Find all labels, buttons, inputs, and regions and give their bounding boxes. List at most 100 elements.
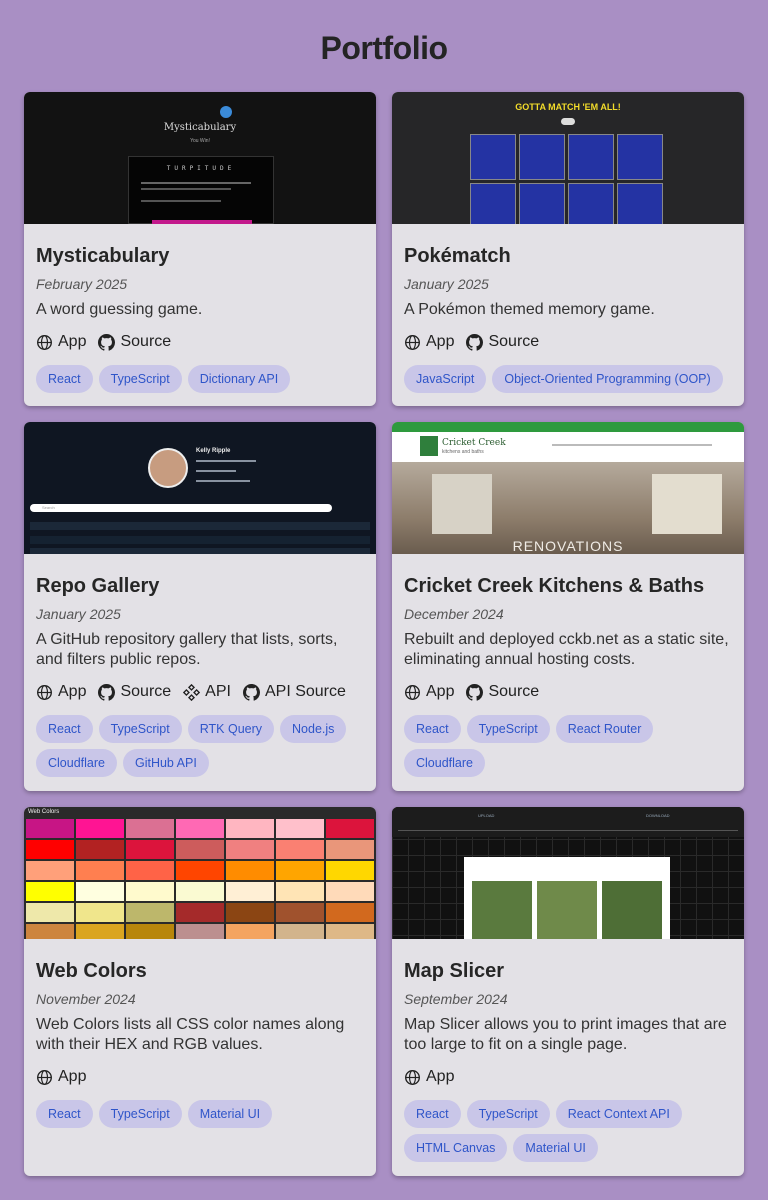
project-card-map-slicer: UPLOAD DOWNLOAD Map Slicer September 202… [392,807,744,1176]
globe-icon [405,684,420,700]
project-title: Map Slicer [404,960,505,982]
project-card-mysticabulary: Mysticabulary You Win! TURPITUDE Mystica… [24,92,376,406]
app-link-label: App [58,1068,87,1085]
tag[interactable]: React [36,715,93,743]
project-description: A GitHub repository gallery that lists, … [36,631,338,668]
globe-icon [37,334,52,350]
project-date: September 2024 [404,991,508,1007]
project-card-pokematch: GOTTA MATCH 'EM ALL! Pokématch January 2… [392,92,744,406]
thumb-search: Search [30,504,332,512]
project-title: Pokématch [404,245,511,267]
tag[interactable]: TypeScript [466,1100,550,1128]
thumb-heading: Web Colors [28,809,60,815]
app-link[interactable]: App [36,1068,86,1086]
project-description: Map Slicer allows you to print images th… [404,1016,727,1053]
project-tags: React TypeScript Dictionary API [36,365,364,406]
api-source-link[interactable]: API Source [242,683,346,701]
project-thumbnail[interactable]: Mysticabulary You Win! TURPITUDE [24,92,376,224]
globe-icon [405,334,420,350]
thumb-pages [464,857,670,939]
project-date: January 2025 [36,606,121,622]
page-title: Portfolio [320,30,448,66]
source-link-label: Source [488,333,540,350]
source-link[interactable]: Source [98,683,171,701]
tag[interactable]: React [36,365,93,393]
project-card-web-colors: Web Colors Web Colors November 2024 Web … [24,807,376,1176]
source-link-label: Source [488,683,540,700]
project-title: Repo Gallery [36,575,160,597]
tag[interactable]: TypeScript [98,1100,182,1128]
project-thumbnail[interactable]: Kelly Ripple Search [24,422,376,554]
project-description: Web Colors lists all CSS color names alo… [36,1016,345,1053]
thumb-heading: GOTTA MATCH 'EM ALL! [515,102,621,112]
thumb-download-label: DOWNLOAD [646,813,670,818]
source-link[interactable]: Source [98,333,171,351]
project-thumbnail[interactable]: GOTTA MATCH 'EM ALL! [392,92,744,224]
tag[interactable]: TypeScript [466,715,550,743]
source-link[interactable]: Source [466,333,539,351]
project-date: November 2024 [36,991,136,1007]
github-icon [242,683,260,701]
github-icon [98,683,116,701]
thumb-word: TURPITUDE [166,165,236,172]
project-thumbnail[interactable]: UPLOAD DOWNLOAD [392,807,744,939]
project-tags: React TypeScript RTK Query Node.js Cloud… [36,715,364,791]
tag[interactable]: TypeScript [98,365,182,393]
app-link[interactable]: App [36,683,86,701]
thumb-heading: Mysticabulary [163,122,237,133]
github-icon [98,333,116,351]
project-links: App Source [404,681,732,703]
app-link-label: App [426,1068,455,1085]
api-icon [183,683,201,701]
project-title: Cricket Creek Kitchens & Baths [404,575,705,597]
tag[interactable]: HTML Canvas [404,1134,508,1162]
project-card-repo-gallery: Kelly Ripple Search Repo Gallery January… [24,422,376,791]
tag[interactable]: JavaScript [404,365,487,393]
tag[interactable]: RTK Query [187,715,275,743]
github-icon [466,683,484,701]
thumb-heading: Kelly Ripple [196,448,231,454]
api-link[interactable]: API [183,683,231,701]
tag[interactable]: React [36,1100,93,1128]
thumb-card-grid [470,134,666,224]
tag[interactable]: React [404,1100,461,1128]
project-card-cricket-creek: Cricket Creek kitchens and baths RENOVAT… [392,422,744,791]
thumb-theme-toggle [220,106,232,118]
project-title: Web Colors [36,960,147,982]
tag[interactable]: Cloudflare [404,749,485,777]
tag[interactable]: Node.js [280,715,347,743]
thumb-color-grid [26,819,374,939]
tag[interactable]: Dictionary API [187,365,291,393]
app-link[interactable]: App [404,333,454,351]
tag[interactable]: React Context API [555,1100,682,1128]
project-thumbnail[interactable]: Cricket Creek kitchens and baths RENOVAT… [392,422,744,554]
project-thumbnail[interactable]: Web Colors [24,807,376,939]
tag[interactable]: React Router [555,715,654,743]
project-links: App Source API API Source [36,681,364,703]
source-link[interactable]: Source [466,683,539,701]
tag[interactable]: TypeScript [98,715,182,743]
app-link-label: App [58,683,87,700]
tag[interactable]: GitHub API [122,749,209,777]
globe-icon [37,684,52,700]
tag[interactable]: Material UI [513,1134,598,1162]
project-date: February 2025 [36,276,128,292]
project-description: A word guessing game. [36,301,203,318]
app-link-label: App [58,333,87,350]
app-link-label: App [426,683,455,700]
globe-icon [405,1069,420,1085]
app-link[interactable]: App [404,1068,454,1086]
thumb-overlay-text: RENOVATIONS [512,538,624,554]
project-links: App Source [404,331,732,353]
tag[interactable]: Material UI [187,1100,273,1128]
app-link[interactable]: App [404,683,454,701]
thumb-panel: TURPITUDE [128,156,274,224]
thumb-subheading: kitchens and baths [442,449,484,455]
project-tags: React TypeScript React Context API HTML … [404,1100,732,1176]
tag[interactable]: Cloudflare [36,749,117,777]
project-description: A Pokémon themed memory game. [404,301,655,318]
app-link[interactable]: App [36,333,86,351]
thumb-logo [420,436,438,456]
tag[interactable]: React [404,715,461,743]
tag[interactable]: Object-Oriented Programming (OOP) [492,365,723,393]
